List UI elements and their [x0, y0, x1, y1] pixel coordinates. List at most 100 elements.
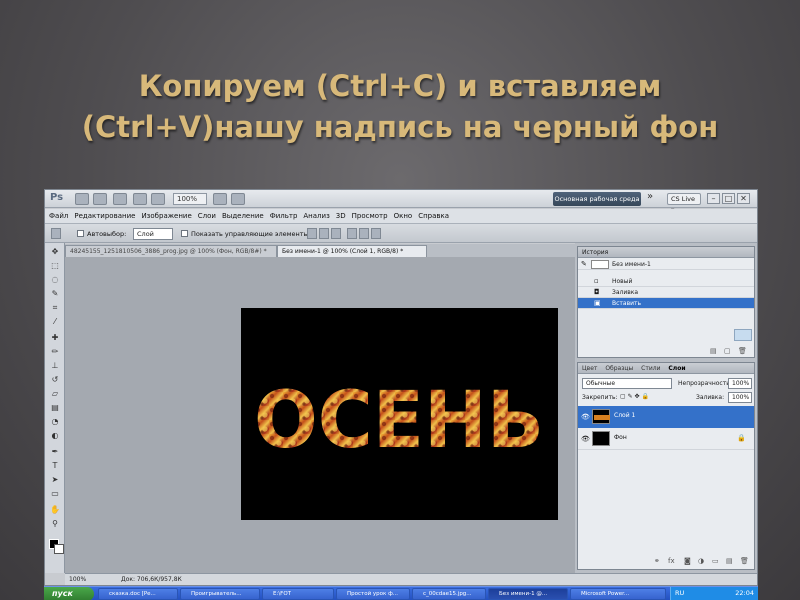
eraser-tool-icon[interactable]: ▱ [49, 389, 61, 399]
auto-select-dropdown[interactable]: Слой [133, 228, 173, 240]
view-extras-icon[interactable] [113, 193, 127, 205]
menu-filter[interactable]: Фильтр [270, 212, 298, 220]
grid-icon[interactable] [213, 193, 227, 205]
close-button[interactable]: ✕ [737, 193, 750, 204]
brush-tool-icon[interactable]: ✏ [49, 347, 61, 357]
history-brush-tool-icon[interactable]: ↺ [49, 375, 61, 385]
arrange-icon[interactable] [133, 193, 147, 205]
new-layer-icon[interactable]: ▤ [726, 557, 733, 565]
tab-styles[interactable]: Стили [641, 365, 660, 372]
align-center-icon[interactable] [359, 228, 369, 239]
auto-select-checkbox[interactable] [77, 230, 84, 237]
taskbar-item-photoshop[interactable]: Без имени-1 @... [488, 588, 568, 600]
screen-mode-icon[interactable] [151, 193, 165, 205]
new-document-from-state-icon[interactable]: ▢ [724, 347, 731, 355]
marquee-tool-icon[interactable]: ⬚ [49, 261, 61, 271]
bridge-icon[interactable] [75, 193, 89, 205]
menu-layer[interactable]: Слои [198, 212, 216, 220]
blend-mode-dropdown[interactable]: Обычные [582, 378, 672, 389]
path-selection-tool-icon[interactable]: ➤ [49, 475, 61, 485]
taskbar-item-image[interactable]: c_00cdae15.jpg... [412, 588, 486, 600]
zoom-tool-icon[interactable]: ⚲ [49, 519, 61, 529]
menu-file[interactable]: Файл [49, 212, 68, 220]
menu-3d[interactable]: 3D [336, 212, 346, 220]
status-zoom[interactable]: 100% [69, 575, 86, 585]
align-middle-icon[interactable] [319, 228, 329, 239]
history-snapshot-row[interactable]: ✎ Без имени-1 [578, 259, 754, 270]
blur-tool-icon[interactable]: ◔ [49, 417, 61, 427]
menu-view[interactable]: Просмотр [352, 212, 388, 220]
healing-brush-tool-icon[interactable]: ✚ [49, 333, 61, 343]
align-top-icon[interactable] [307, 228, 317, 239]
expand-workspaces-icon[interactable]: » [647, 191, 653, 202]
tab-untitled-document[interactable]: Без имени-1 @ 100% (Слой 1, RGB/8) * [277, 245, 427, 257]
language-indicator[interactable]: RU [675, 589, 684, 597]
background-color-swatch[interactable] [54, 544, 64, 554]
move-tool-preset-icon[interactable] [51, 228, 61, 239]
crop-tool-icon[interactable]: ⌗ [49, 303, 61, 313]
align-right-icon[interactable] [371, 228, 381, 239]
menu-help[interactable]: Справка [418, 212, 449, 220]
taskbar-item-folder[interactable]: E:\FOT [262, 588, 334, 600]
history-panel-header[interactable]: История [578, 247, 754, 258]
lock-transparency-icon[interactable]: ▢ ✎ ✥ 🔒 [620, 393, 649, 400]
layer-row-layer1[interactable]: 👁 Слой 1 [578, 406, 754, 428]
maximize-button[interactable]: □ [722, 193, 735, 204]
tab-photo-document[interactable]: 48245155_1251810506_3886_prog.jpg @ 100%… [65, 245, 277, 257]
type-tool-icon[interactable]: T [49, 461, 61, 471]
eye-icon[interactable]: 👁 [581, 413, 590, 421]
history-item-fill[interactable]: ◘ Заливка [578, 287, 754, 298]
taskbar-item-powerpoint[interactable]: Microsoft Power... [570, 588, 666, 600]
application-bar: Ps 100% Основная рабочая среда » CS Live… [45, 190, 757, 214]
pen-tool-icon[interactable]: ✒ [49, 447, 61, 457]
hand-tool-icon[interactable]: ✋ [49, 505, 61, 515]
quick-select-tool-icon[interactable]: ✎ [49, 289, 61, 299]
link-layers-icon[interactable]: ⚭ [654, 557, 660, 565]
dodge-tool-icon[interactable]: ◐ [49, 431, 61, 441]
history-item-new[interactable]: ▫ Новый [578, 276, 754, 287]
menu-window[interactable]: Окно [394, 212, 413, 220]
new-group-icon[interactable]: ▭ [712, 557, 719, 565]
align-left-icon[interactable] [347, 228, 357, 239]
minibridge-icon[interactable] [93, 193, 107, 205]
menu-analysis[interactable]: Анализ [303, 212, 329, 220]
delete-layer-icon[interactable]: 🗑 [740, 557, 749, 565]
taskbar-item-word[interactable]: сказка.doc [Ре... [98, 588, 178, 600]
history-item-paste[interactable]: ▣ Вставить [578, 298, 754, 309]
history-item-label: Вставить [612, 300, 642, 307]
adjustment-layer-icon[interactable]: ◑ [698, 557, 704, 565]
delete-state-icon[interactable]: 🗑 [738, 347, 747, 355]
clone-stamp-tool-icon[interactable]: ⊥ [49, 361, 61, 371]
taskbar-item-browser[interactable]: Простой урок ф... [336, 588, 410, 600]
history-tab[interactable]: История [582, 249, 608, 256]
document-layout-icon[interactable] [231, 193, 245, 205]
start-button[interactable]: пуск [44, 587, 94, 600]
fill-input[interactable]: 100% [728, 392, 752, 403]
show-controls-checkbox[interactable] [181, 230, 188, 237]
opacity-input[interactable]: 100% [728, 378, 752, 389]
shape-tool-icon[interactable]: ▭ [49, 489, 61, 499]
workspace-switcher-button[interactable]: Основная рабочая среда [553, 192, 641, 206]
tab-swatches[interactable]: Образцы [605, 365, 633, 372]
taskbar-item-player[interactable]: Проигрыватель... [180, 588, 260, 600]
menu-edit[interactable]: Редактирование [74, 212, 135, 220]
cs-live-button[interactable]: CS Live ▾ [667, 193, 701, 214]
zoom-level-dropdown[interactable]: 100% [173, 193, 207, 205]
tab-color[interactable]: Цвет [582, 365, 597, 372]
document-canvas[interactable]: ОСЕНЬ [241, 308, 558, 520]
history-mini-preview [734, 329, 752, 341]
layer-style-icon[interactable]: fx [668, 557, 675, 565]
menu-image[interactable]: Изображение [141, 212, 191, 220]
layer-row-background[interactable]: 👁 Фон 🔒 [578, 428, 754, 450]
eyedropper-tool-icon[interactable]: ⁄ [49, 317, 61, 327]
eye-icon[interactable]: 👁 [581, 435, 590, 443]
minimize-button[interactable]: – [707, 193, 720, 204]
new-snapshot-icon[interactable]: ▤ [710, 347, 717, 355]
gradient-tool-icon[interactable]: ▤ [49, 403, 61, 413]
move-tool-icon[interactable]: ✥ [49, 247, 61, 257]
layer-mask-icon[interactable]: ◙ [684, 557, 691, 565]
tab-layers[interactable]: Слои [668, 365, 685, 372]
lasso-tool-icon[interactable]: ◌ [49, 275, 61, 285]
align-bottom-icon[interactable] [331, 228, 341, 239]
menu-select[interactable]: Выделение [222, 212, 264, 220]
